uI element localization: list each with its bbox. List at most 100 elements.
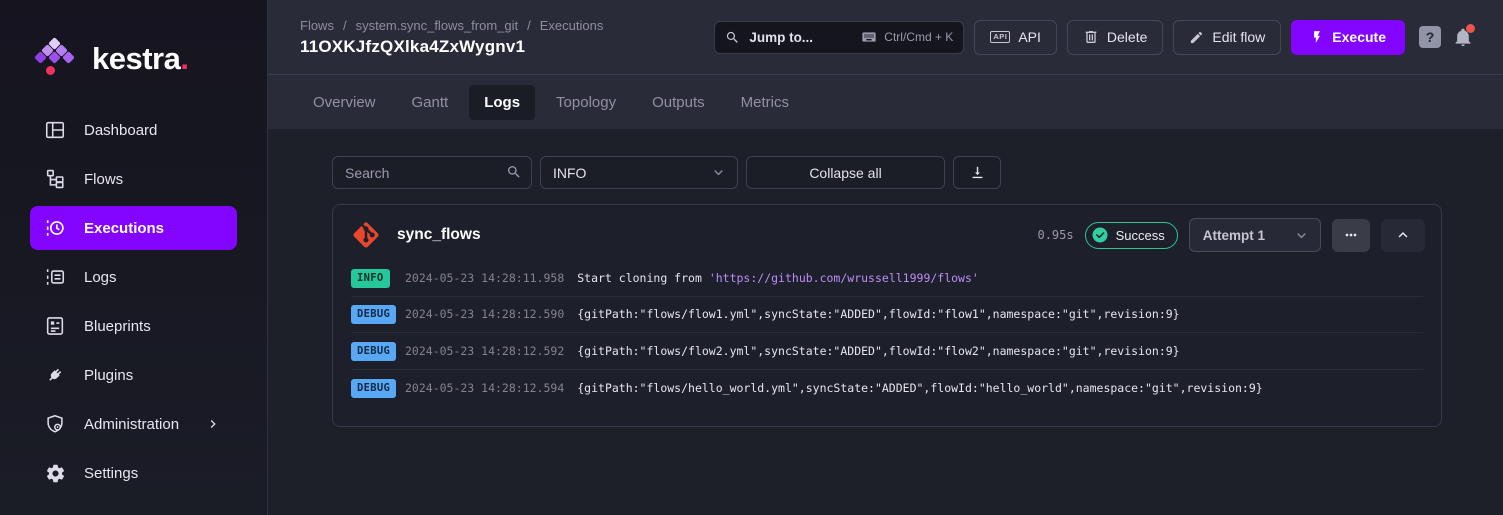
git-icon [351,220,381,250]
dots-horizontal-icon [1343,227,1359,243]
sidebar-item-label: Blueprints [84,318,151,335]
chevron-right-icon [205,416,221,432]
log-message: {gitPath:"flows/hello_world.yml",syncSta… [577,381,1262,395]
plugins-icon [44,364,66,386]
status-badge: Success [1085,222,1178,249]
help-button[interactable]: ? [1419,26,1441,48]
log-level-select[interactable]: INFO [540,156,738,189]
chevron-up-icon [1394,226,1412,244]
sidebar-item-label: Plugins [84,367,133,384]
kestra-logo-icon [38,38,78,80]
log-timestamp: 2024-05-23 14:28:12.594 [405,381,564,395]
execute-button[interactable]: Execute [1291,20,1405,55]
tab-metrics[interactable]: Metrics [726,85,804,120]
log-row: DEBUG 2024-05-23 14:28:12.592 {gitPath:"… [351,333,1423,370]
sidebar-item-logs[interactable]: Logs [30,255,237,299]
sidebar-item-label: Dashboard [84,122,157,139]
attempt-select[interactable]: Attempt 1 [1189,218,1321,252]
check-circle-icon [1091,226,1109,244]
kestra-logo-text: kestra. [92,41,188,77]
edit-flow-button[interactable]: Edit flow [1173,20,1281,55]
breadcrumb-flows[interactable]: Flows [300,18,334,33]
sidebar-item-label: Executions [84,220,164,237]
lightning-icon [1310,30,1324,44]
download-icon [969,164,986,181]
task-log-card: sync_flows 0.95s Success Attempt 1 [332,204,1442,427]
keyboard-icon [861,29,877,45]
jump-to-label: Jump to... [749,30,813,45]
task-duration: 0.95s [1037,228,1073,242]
breadcrumb-title-block: Flows / system.sync_flows_from_git / Exe… [300,18,603,57]
search-input[interactable] [332,156,532,189]
log-level-badge: DEBUG [351,379,396,398]
tab-topology[interactable]: Topology [541,85,631,120]
sidebar-item-plugins[interactable]: Plugins [30,353,237,397]
dashboard-icon [44,119,66,141]
log-timestamp: 2024-05-23 14:28:12.592 [405,344,564,358]
breadcrumb-namespace[interactable]: system.sync_flows_from_git [356,18,519,33]
sidebar-item-settings[interactable]: Settings [30,451,237,495]
execution-tabs: Overview Gantt Logs Topology Outputs Met… [268,75,1503,129]
sidebar-item-label: Administration [84,416,179,433]
log-message-link[interactable]: 'https://github.com/wrussell1999/flows' [709,271,979,285]
sidebar: kestra. Dashboard Flows Executions [0,0,268,515]
logs-content: INFO Collapse all s [268,129,1503,515]
breadcrumb-executions[interactable]: Executions [540,18,604,33]
app-root: kestra. Dashboard Flows Executions [0,0,1503,515]
collapse-all-button[interactable]: Collapse all [746,156,945,189]
topbar: Flows / system.sync_flows_from_git / Exe… [268,0,1503,75]
kestra-logo[interactable]: kestra. [0,0,267,84]
tab-gantt[interactable]: Gantt [397,85,464,120]
log-level-badge: DEBUG [351,305,396,324]
log-timestamp: 2024-05-23 14:28:11.958 [405,271,564,285]
sidebar-item-executions[interactable]: Executions [30,206,237,250]
download-logs-button[interactable] [953,156,1001,189]
collapse-task-button[interactable] [1381,219,1425,252]
blueprints-icon [44,315,66,337]
breadcrumb: Flows / system.sync_flows_from_git / Exe… [300,18,603,33]
log-filters: INFO Collapse all [332,156,1442,189]
more-options-button[interactable] [1332,219,1370,252]
chevron-down-icon [1293,227,1310,244]
log-message: Start cloning from 'https://github.com/w… [577,271,979,285]
executions-icon [44,217,66,239]
log-level-badge: DEBUG [351,342,396,361]
jump-to-search[interactable]: Jump to... Ctrl/Cmd + K [714,21,964,54]
tab-outputs[interactable]: Outputs [637,85,720,120]
log-row: INFO 2024-05-23 14:28:11.958 Start cloni… [351,260,1423,297]
tab-logs[interactable]: Logs [469,85,535,120]
administration-icon [44,413,66,435]
jump-to-shortcut: Ctrl/Cmd + K [884,30,953,44]
chevron-down-icon [710,164,727,181]
log-row: DEBUG 2024-05-23 14:28:12.590 {gitPath:"… [351,297,1423,334]
sidebar-item-dashboard[interactable]: Dashboard [30,108,237,152]
task-header: sync_flows 0.95s Success Attempt 1 [333,205,1441,258]
search-icon [725,30,740,45]
trash-icon [1083,29,1099,45]
notifications-button[interactable] [1453,27,1473,47]
log-level-badge: INFO [351,269,390,288]
settings-icon [44,462,66,484]
log-level-value: INFO [553,165,586,181]
notification-dot [1466,24,1475,33]
tab-overview[interactable]: Overview [298,85,391,120]
api-icon: API [990,31,1010,43]
log-message: {gitPath:"flows/flow2.yml",syncState:"AD… [577,344,1179,358]
sidebar-item-label: Flows [84,171,123,188]
logs-icon [44,266,66,288]
log-message: {gitPath:"flows/flow1.yml",syncState:"AD… [577,307,1179,321]
delete-button[interactable]: Delete [1067,20,1163,55]
sidebar-item-label: Logs [84,269,117,286]
log-timestamp: 2024-05-23 14:28:12.590 [405,307,564,321]
status-label: Success [1116,228,1165,243]
api-button[interactable]: API API [974,20,1057,55]
task-name: sync_flows [397,226,481,244]
sidebar-nav: Dashboard Flows Executions Logs [0,84,267,500]
main-area: Flows / system.sync_flows_from_git / Exe… [268,0,1503,515]
sidebar-item-flows[interactable]: Flows [30,157,237,201]
sidebar-item-blueprints[interactable]: Blueprints [30,304,237,348]
search-field [332,156,532,189]
pencil-icon [1189,30,1204,45]
flows-icon [44,168,66,190]
sidebar-item-administration[interactable]: Administration [30,402,237,446]
